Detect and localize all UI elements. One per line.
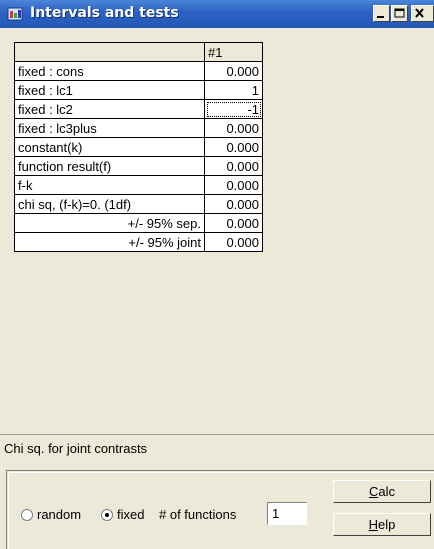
table-row: +/- 95% sep. 0.000: [14, 213, 263, 233]
value-cell[interactable]: 0.000: [204, 232, 263, 252]
row-label: +/- 95% joint: [14, 232, 205, 252]
row-label: function result(f): [14, 156, 205, 176]
value-cell[interactable]: 0.000: [204, 137, 263, 157]
maximize-button[interactable]: [391, 5, 408, 22]
table-row: +/- 95% joint 0.000: [14, 232, 263, 252]
value-cell[interactable]: 1: [204, 80, 263, 100]
table-row: chi sq, (f-k)=0. (1df) 0.000: [14, 194, 263, 214]
table-row: fixed : lc3plus 0.000: [14, 118, 263, 138]
value-cell[interactable]: 0.000: [204, 194, 263, 214]
status-text: Chi sq. for joint contrasts: [4, 441, 148, 456]
value-cell[interactable]: 0.000: [204, 213, 263, 233]
calc-button[interactable]: Calc: [333, 480, 431, 503]
maximize-icon: [394, 8, 405, 18]
row-label: fixed : lc2: [14, 99, 205, 119]
options-panel: random fixed # of functions 1 Calc Help: [6, 470, 434, 549]
minimize-button[interactable]: [373, 5, 390, 22]
corner-cell: [14, 42, 205, 62]
row-label: +/- 95% sep.: [14, 213, 205, 233]
help-button[interactable]: Help: [333, 513, 431, 536]
minimize-icon: [377, 16, 384, 18]
close-button[interactable]: [411, 5, 434, 22]
fixed-label[interactable]: fixed: [117, 507, 144, 522]
value-cell[interactable]: 0.000: [204, 156, 263, 176]
table-row: constant(k) 0.000: [14, 137, 263, 157]
value-cell[interactable]: -1: [204, 99, 263, 119]
value-cell[interactable]: 0.000: [204, 61, 263, 81]
value-cell[interactable]: 0.000: [204, 118, 263, 138]
functions-input[interactable]: 1: [267, 502, 307, 525]
table-row: fixed : cons 0.000: [14, 61, 263, 81]
value-cell[interactable]: 0.000: [204, 175, 263, 195]
row-label: fixed : lc1: [14, 80, 205, 100]
radio-dot: [105, 513, 109, 517]
functions-label: # of functions: [159, 507, 237, 522]
grid-area: #1 fixed : cons 0.000 fixed : lc1 1 fixed : …: [0, 28, 434, 434]
row-label: fixed : lc3plus: [14, 118, 205, 138]
window-title: Intervals and tests: [30, 5, 179, 21]
column-header: #1: [204, 42, 263, 62]
row-label: f-k: [14, 175, 205, 195]
row-label: constant(k): [14, 137, 205, 157]
title-bar[interactable]: Intervals and tests: [0, 0, 434, 28]
row-label: fixed : cons: [14, 61, 205, 81]
random-radio[interactable]: [21, 509, 33, 521]
results-grid: #1 fixed : cons 0.000 fixed : lc1 1 fixed : …: [14, 42, 263, 252]
app-icon: [7, 6, 23, 22]
table-row: f-k 0.000: [14, 175, 263, 195]
random-label[interactable]: random: [37, 507, 81, 522]
grid-header-row: #1: [14, 42, 263, 62]
status-bar: Chi sq. for joint contrasts: [0, 434, 434, 462]
close-icon: [415, 8, 424, 18]
row-label: chi sq, (f-k)=0. (1df): [14, 194, 205, 214]
table-row: fixed : lc2 -1: [14, 99, 263, 119]
table-row: fixed : lc1 1: [14, 80, 263, 100]
fixed-radio[interactable]: [101, 509, 113, 521]
table-row: function result(f) 0.000: [14, 156, 263, 176]
